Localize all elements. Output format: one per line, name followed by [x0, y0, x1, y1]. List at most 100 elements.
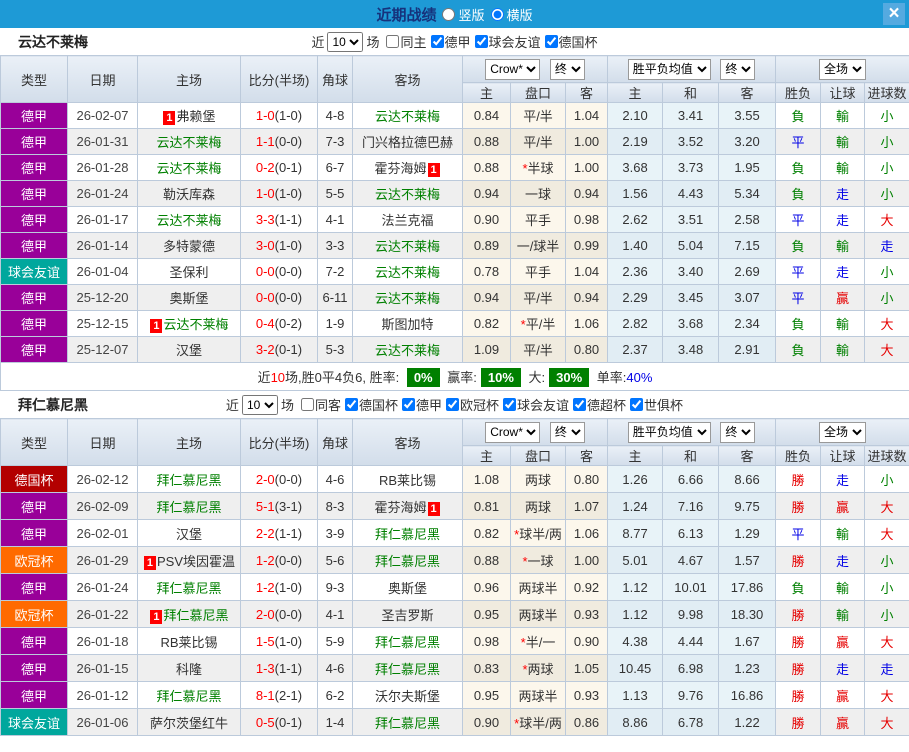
away-team-cell: 云达不莱梅 [352, 258, 463, 285]
league-filter-checkbox[interactable]: 球会友谊 [503, 395, 569, 414]
match-row: 德甲 25-12-07 汉堡 3-2(0-1) 5-3 云达不莱梅 1.09 平… [0, 336, 909, 363]
close-button[interactable]: × [883, 3, 905, 25]
league-filter-checkbox[interactable]: 同主 [386, 32, 427, 51]
odds-away-cell: 1.05 [564, 654, 609, 682]
corner-cell: 6-11 [317, 284, 353, 311]
titlebar: 近期战绩 竖版 横版 × [0, 0, 909, 28]
away-team-cell: 拜仁慕尼黑 [352, 519, 463, 547]
score-cell: 0-2(0-1) [240, 154, 318, 181]
league-filter-checkbox[interactable]: 德超杯 [573, 395, 626, 414]
away-team-name: 云达不莱梅 [374, 187, 440, 202]
col-score: 比分(半场) [240, 55, 318, 103]
result-handicap-cell: 贏 [820, 492, 866, 520]
col-odds-away: 客 [564, 82, 609, 103]
checkbox-input[interactable] [544, 35, 558, 48]
avg-home-cell: 2.10 [607, 102, 664, 129]
team-filter-bar: 云达不莱梅 近 10 场 同主 德甲 球会友谊 德国杯 [0, 28, 909, 55]
avg-odds-select[interactable]: 胜平负均值 [627, 58, 711, 80]
odds-company-select[interactable]: Crow* [485, 58, 541, 80]
league-filter-checkbox[interactable]: 德甲 [401, 395, 442, 414]
odds-final-select[interactable]: 终 [549, 58, 585, 80]
fulltime-score: 0-0 [255, 264, 275, 279]
home-team-cell: 1 PSV埃因霍温 [137, 546, 241, 574]
col-avg-home: 主 [607, 445, 664, 466]
match-row: 德甲 26-01-24 拜仁慕尼黑 1-2(1-0) 9-3 奥斯堡 0.96 … [0, 573, 909, 601]
avg-final-select[interactable]: 终 [720, 421, 756, 443]
home-team-name: 云达不莱梅 [156, 161, 222, 176]
avg-odds-select[interactable]: 胜平负均值 [627, 421, 711, 443]
checkbox-input[interactable] [573, 398, 587, 411]
result-goals-cell: 小 [864, 258, 909, 285]
league-filter-checkbox[interactable]: 德甲 [430, 32, 471, 51]
avg-draw-cell: 3.40 [662, 258, 720, 285]
avg-home-cell: 2.19 [607, 128, 664, 155]
odds-win-label: 赢率: [447, 369, 477, 385]
checkbox-input[interactable] [503, 398, 517, 411]
fulltime-score: 2-0 [255, 471, 275, 487]
league-filter-checkbox[interactable]: 世俱杯 [630, 395, 683, 414]
checkbox-input[interactable] [430, 35, 444, 48]
col-corner: 角球 [317, 418, 353, 466]
league-filter-checkbox[interactable]: 欧冠杯 [446, 395, 499, 414]
away-team-name: 门兴格拉德巴赫 [361, 135, 453, 150]
avg-draw-cell: 3.45 [662, 284, 720, 311]
checkbox-input[interactable] [446, 398, 459, 411]
away-team-cell: 拜仁慕尼黑 [352, 627, 463, 655]
fulltime-score: 1-0 [255, 108, 275, 123]
recent-count-select[interactable]: 10 [327, 31, 364, 52]
odds-away-cell: 0.94 [564, 180, 609, 207]
handicap-cell: *半球 [510, 154, 566, 181]
fullmatch-select[interactable]: 全场 [819, 421, 867, 443]
vertical-radio[interactable] [442, 7, 456, 21]
checkbox-input[interactable] [474, 35, 488, 48]
red-card-badge: 1 [143, 555, 156, 570]
league-filter-checkbox[interactable]: 德国杯 [544, 32, 598, 51]
odds-home-cell: 0.98 [462, 627, 511, 655]
halftime-score: (3-1) [274, 498, 303, 514]
away-team-cell: 云达不莱梅 [352, 102, 463, 129]
halftime-score: (2-1) [274, 687, 303, 703]
halftime-score: (1-1) [274, 660, 303, 676]
league-filter-checkbox[interactable]: 同客 [300, 395, 341, 414]
handicap-text: 两球 [527, 661, 554, 677]
away-team-name: 云达不莱梅 [374, 109, 440, 124]
home-team-cell: 汉堡 [137, 519, 241, 547]
col-avg-draw: 和 [662, 445, 720, 466]
corner-cell: 7-2 [317, 258, 353, 285]
recent-count-select[interactable]: 10 [241, 394, 278, 415]
col-letgoal: 让球 [820, 445, 866, 466]
league-cell: 德甲 [0, 102, 68, 129]
horizontal-radio[interactable] [490, 7, 504, 21]
away-team-cell: 斯图加特 [352, 310, 463, 337]
checkbox-input[interactable] [344, 398, 358, 411]
checkbox-input[interactable] [630, 398, 644, 411]
checkbox-input[interactable] [300, 398, 314, 411]
layout-horizontal-option[interactable]: 横版 [490, 5, 533, 24]
col-away: 客场 [352, 418, 463, 466]
checkbox-input[interactable] [401, 398, 415, 411]
away-team-cell: 拜仁慕尼黑 [352, 546, 463, 574]
dialog-title: 近期战绩 [376, 6, 437, 24]
home-team-name: 汉堡 [175, 343, 202, 358]
handicap-text: 平/半 [525, 317, 556, 332]
league-filter-checkbox[interactable]: 球会友谊 [474, 32, 541, 51]
away-team-cell: 沃尔夫斯堡 [352, 681, 463, 709]
checkbox-label: 欧冠杯 [460, 398, 500, 413]
avg-final-select[interactable]: 终 [720, 58, 756, 80]
league-filter-checkbox[interactable]: 德国杯 [344, 395, 398, 414]
odds-home-cell: 0.84 [462, 102, 511, 129]
fullmatch-select[interactable]: 全场 [819, 58, 867, 80]
home-team-cell: 多特蒙德 [137, 232, 241, 259]
home-team-cell: 奥斯堡 [137, 284, 241, 311]
odds-win-badge: 10% [480, 367, 521, 387]
score-cell: 1-5(1-0) [240, 627, 318, 655]
odds-company-select[interactable]: Crow* [485, 421, 541, 443]
handicap-text: 平/半 [523, 343, 553, 358]
result-handicap-cell: 贏 [820, 708, 866, 736]
checkbox-input[interactable] [386, 35, 400, 48]
result-wdl-cell: 平 [775, 284, 822, 311]
result-goals-cell: 小 [864, 102, 909, 129]
date-cell: 26-01-31 [67, 128, 138, 155]
odds-final-select[interactable]: 终 [549, 421, 585, 443]
layout-vertical-option[interactable]: 竖版 [442, 5, 485, 24]
